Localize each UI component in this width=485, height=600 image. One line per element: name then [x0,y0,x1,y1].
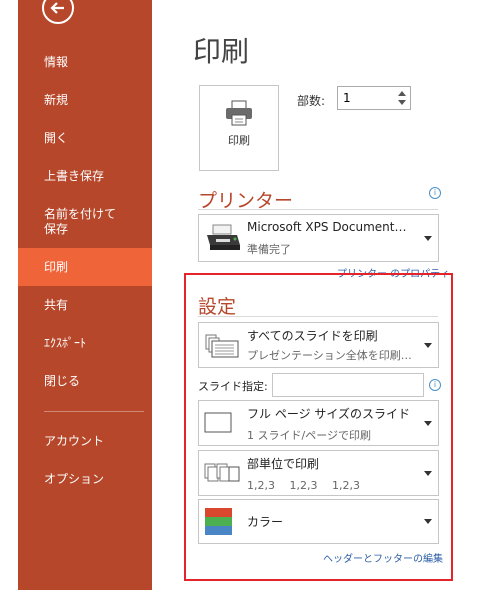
decrement-icon[interactable] [398,100,406,105]
nav-close[interactable]: 閉じる [18,362,152,400]
copies-value: 1 [343,91,351,105]
page-title: 印刷 [193,35,250,68]
section-divider [198,209,438,210]
nav-new[interactable]: 新規 [18,81,152,119]
printer-icon [226,100,252,126]
color-swatch-icon [205,508,232,535]
color-main: カラー [247,515,284,529]
nav-save-as[interactable]: 名前を付けて 保存 [18,202,152,242]
back-arrow-icon [50,2,64,14]
info-icon[interactable]: i [429,379,441,391]
collate-main: 部単位で印刷 [247,457,320,471]
nav-share[interactable]: 共有 [18,286,152,324]
layout-main: フル ページ サイズのスライド [247,407,411,421]
nav-open[interactable]: 開く [18,119,152,157]
printer-dropdown[interactable]: Microsoft XPS Document… 準備完了 [198,214,439,262]
nav-info[interactable]: 情報 [18,43,152,81]
print-button-label: 印刷 [228,134,250,147]
nav-account[interactable]: アカウント [18,422,152,460]
printer-status: 準備完了 [247,243,291,256]
chevron-down-icon [424,421,432,426]
printer-device-icon [207,224,240,250]
nav-divider [44,411,144,412]
full-page-slide-icon [204,412,232,433]
print-range-main: すべてのスライドを印刷 [247,329,378,343]
slides-label: スライド指定: [198,380,268,393]
copies-label: 部数: [297,94,326,108]
increment-icon[interactable] [398,91,406,96]
nav-options[interactable]: オプション [18,460,152,498]
all-slides-icon [205,334,239,358]
print-button[interactable]: 印刷 [199,85,279,171]
layout-sub: 1 スライド/ページで印刷 [247,429,371,442]
chevron-down-icon [424,236,432,241]
info-icon[interactable]: i [429,187,441,199]
collate-sub: 1,2,3 1,2,3 1,2,3 [247,479,360,492]
printer-name: Microsoft XPS Document… [247,220,407,234]
nav-export[interactable]: ｴｸｽﾎﾟｰﾄ [18,324,152,362]
section-divider [198,316,438,317]
slides-input[interactable] [272,373,424,397]
nav-print[interactable]: 印刷 [18,248,152,286]
header-footer-link[interactable]: ヘッダーとフッターの編集 [323,550,443,565]
nav-save[interactable]: 上書き保存 [18,157,152,195]
back-button[interactable] [42,0,74,24]
layout-dropdown[interactable]: フル ページ サイズのスライド 1 スライド/ページで印刷 [198,400,439,446]
print-range-sub: プレゼンテーション全体を印刷… [247,349,412,362]
collate-dropdown[interactable]: 部単位で印刷 1,2,3 1,2,3 1,2,3 [198,450,439,496]
collate-icon [204,463,240,482]
print-range-dropdown[interactable]: すべてのスライドを印刷 プレゼンテーション全体を印刷… [198,322,439,368]
chevron-down-icon [424,343,432,348]
color-dropdown[interactable]: カラー [198,499,439,544]
backstage-sidebar: 情報 新規 開く 上書き保存 名前を付けて 保存 印刷 共有 ｴｸｽﾎﾟｰﾄ 閉… [18,0,152,590]
chevron-down-icon [424,519,432,524]
copies-stepper[interactable]: 1 [337,86,411,110]
settings-section-title: 設定 [198,296,237,318]
chevron-down-icon [424,471,432,476]
